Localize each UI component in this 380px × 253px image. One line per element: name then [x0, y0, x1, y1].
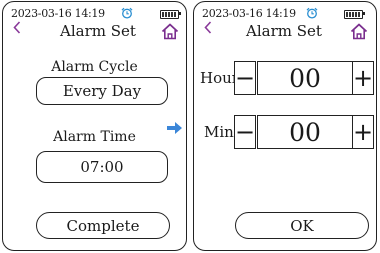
complete-button[interactable]: Complete — [36, 212, 170, 239]
min-increment-button[interactable]: + — [352, 115, 374, 149]
ok-button[interactable]: OK — [235, 212, 369, 239]
hour-value: 00 — [257, 61, 353, 95]
hour-decrement-button[interactable]: − — [234, 61, 256, 95]
alarm-set-screen-right: 2023-03-16 14:19 Alarm Set Hour − 00 + M… — [193, 1, 377, 251]
alarm-time-label: Alarm Time — [53, 129, 136, 145]
hour-increment-button[interactable]: + — [352, 61, 374, 95]
home-icon[interactable] — [350, 23, 368, 40]
alarm-clock-icon — [121, 7, 133, 19]
back-chevron-icon[interactable] — [204, 21, 212, 34]
alarm-set-screen-left: 2023-03-16 14:19 Alarm Set Alarm Cycle E… — [2, 1, 187, 251]
back-chevron-icon[interactable] — [13, 21, 21, 34]
header-title: Alarm Set — [246, 22, 322, 40]
min-decrement-button[interactable]: − — [234, 115, 256, 149]
min-value: 00 — [257, 115, 353, 149]
alarm-time-field[interactable]: 07:00 — [36, 151, 168, 183]
header-title: Alarm Set — [60, 22, 136, 40]
battery-icon — [344, 10, 365, 19]
status-time: 2023-03-16 14:19 — [11, 7, 105, 20]
min-label: Min — [204, 123, 234, 141]
home-icon[interactable] — [161, 23, 179, 40]
alarm-cycle-select[interactable]: Every Day — [36, 77, 168, 105]
alarm-clock-icon — [306, 7, 318, 19]
battery-icon — [160, 10, 181, 19]
status-time: 2023-03-16 14:19 — [202, 7, 296, 20]
alarm-cycle-label: Alarm Cycle — [51, 59, 138, 75]
